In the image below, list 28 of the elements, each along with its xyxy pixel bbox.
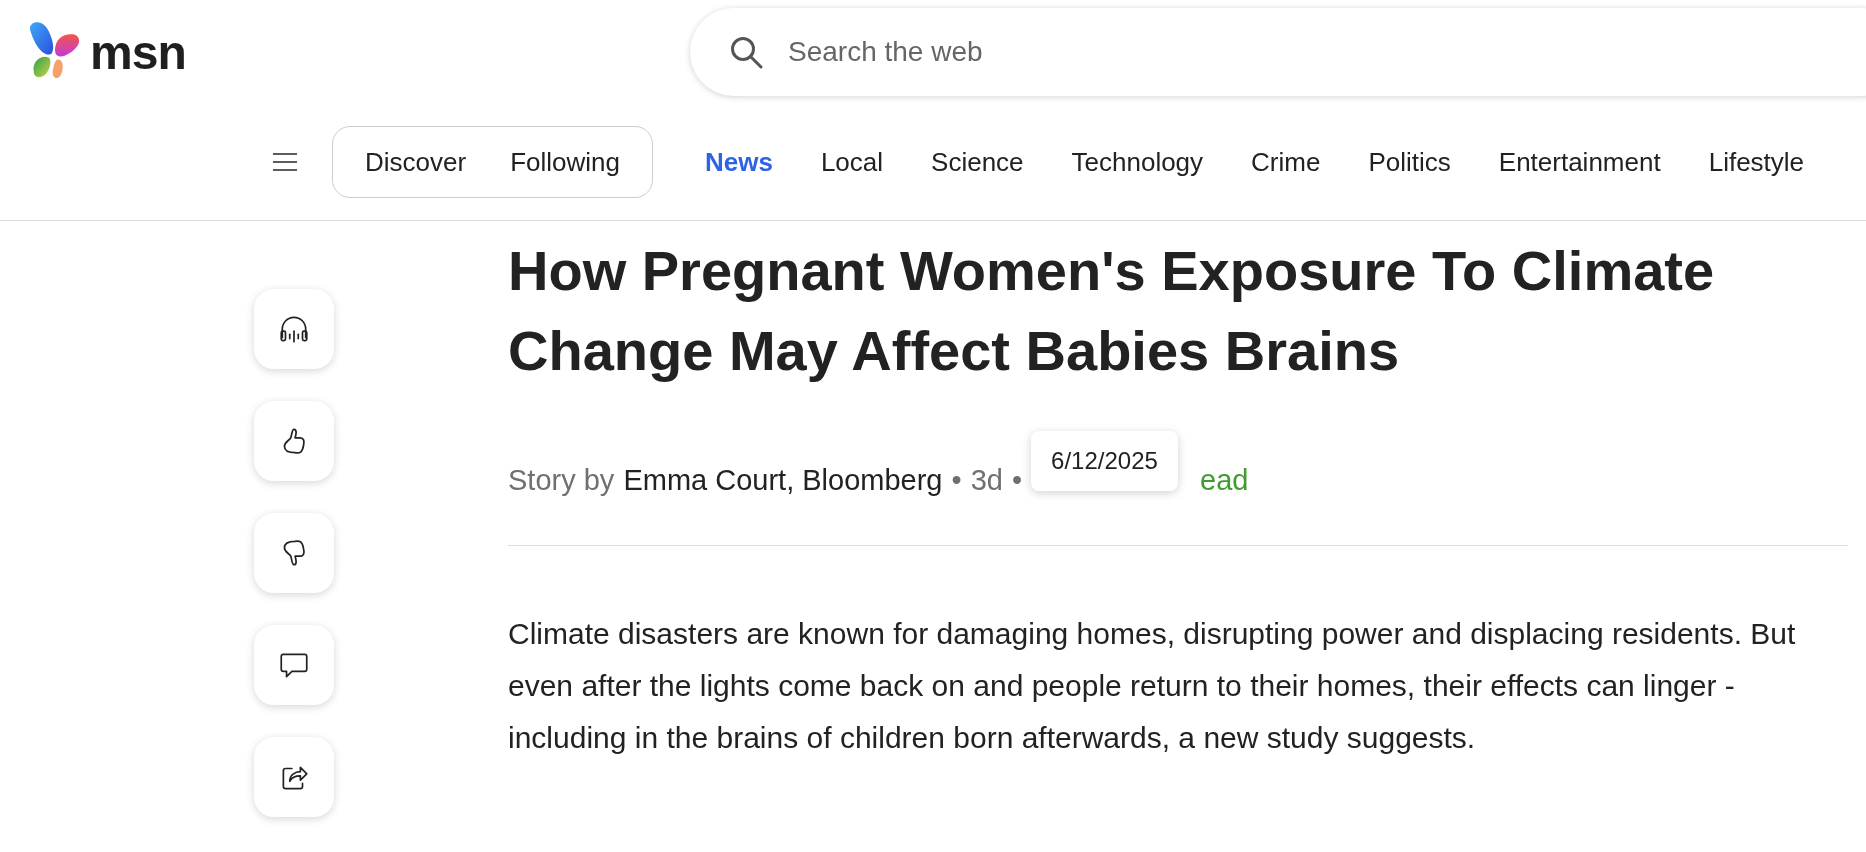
- category-tab[interactable]: News: [704, 146, 773, 178]
- search-field[interactable]: Search the web: [786, 35, 1866, 69]
- story-age: 3d: [970, 463, 1003, 497]
- article-paragraph: Climate disasters are known for damaging homes, disrupting power and displacing residents. But even after the lights come back on and people return to their homes, their effects can linger - including in the brains of children born afterwards, a new study suggests.: [508, 616, 1797, 756]
- logo-wordmark: msn: [90, 24, 186, 80]
- category-tab[interactable]: Crime: [1251, 146, 1321, 178]
- date-tooltip: 6/12/2025: [1031, 431, 1178, 491]
- search-icon: [728, 34, 764, 70]
- dislike-button[interactable]: [254, 513, 334, 593]
- feed-tab[interactable]: Following: [498, 137, 632, 187]
- listen-button[interactable]: [254, 289, 334, 369]
- category-tab[interactable]: Politics: [1368, 146, 1451, 178]
- share-button[interactable]: [254, 737, 334, 817]
- comment-button[interactable]: [254, 625, 334, 705]
- like-button[interactable]: [254, 401, 334, 481]
- category-tab[interactable]: Lifestyle: [1708, 146, 1805, 178]
- read-time: ead: [1200, 463, 1249, 497]
- byline-separator: •: [1011, 463, 1023, 497]
- article-title: How Pregnant Women's Exposure To Climate Change May Affect Babies Brains: [508, 238, 1716, 384]
- byline-prefix: Story by: [508, 463, 615, 497]
- author-link[interactable]: Emma Court, Bloomberg: [623, 463, 943, 497]
- byline-separator: •: [951, 463, 962, 497]
- feed-tab[interactable]: Discover: [353, 137, 479, 187]
- category-tab[interactable]: Local: [820, 146, 884, 178]
- category-tab[interactable]: Science: [931, 146, 1024, 178]
- category-tab[interactable]: Technology: [1071, 146, 1204, 178]
- category-tab[interactable]: Entertainment: [1498, 146, 1661, 178]
- menu-icon[interactable]: [272, 152, 298, 172]
